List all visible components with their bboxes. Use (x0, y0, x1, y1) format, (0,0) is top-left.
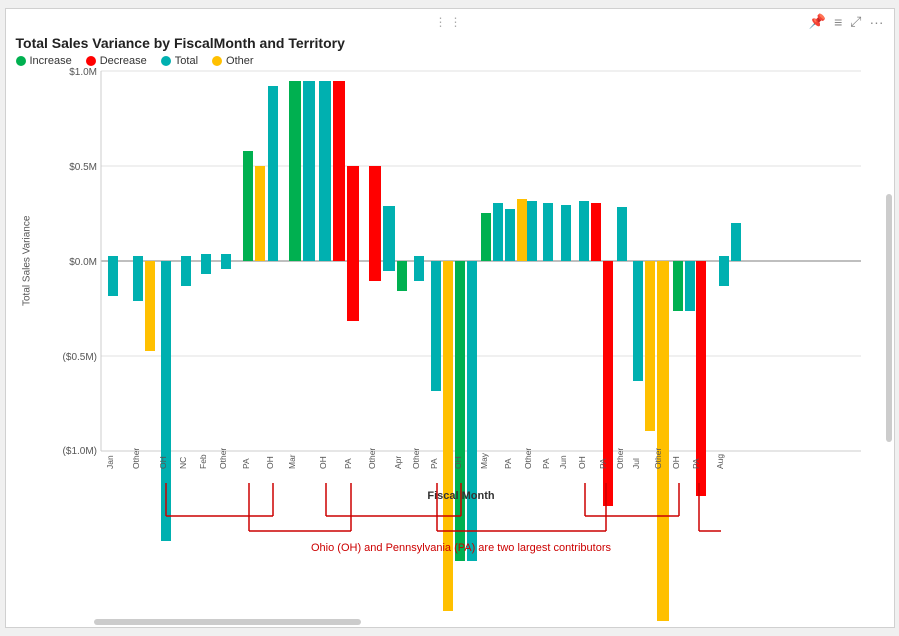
bar-mar-total (303, 81, 315, 261)
bar-pa-mar-decrease (347, 166, 359, 321)
bar-feb-total (201, 254, 211, 274)
bar-other-jul-other (657, 261, 669, 621)
svg-text:May: May (479, 452, 489, 469)
bar-jan-other-total (133, 256, 143, 301)
annotation-text: Ohio (OH) and Pennsylvania (PA) are two … (311, 542, 611, 554)
bar-other-may-total (527, 201, 537, 261)
bar-oh-jul-total (685, 261, 695, 311)
svg-text:Apr: Apr (393, 456, 403, 469)
chart-svg: $1.0M $0.5M $0.0M ($0.5M) ($1.0M) (38, 71, 884, 451)
bar-pa-apr-other (443, 261, 453, 611)
svg-text:Jul: Jul (631, 458, 641, 469)
svg-text:Other: Other (523, 448, 533, 469)
svg-text:Other: Other (218, 448, 228, 469)
expand-icon[interactable]: ⤢ (850, 13, 861, 30)
legend-decrease-label: Decrease (100, 55, 147, 67)
legend-other: Other (212, 55, 254, 67)
svg-text:$1.0M: $1.0M (69, 67, 97, 78)
svg-text:PA: PA (241, 458, 251, 469)
svg-text:PA: PA (691, 458, 701, 469)
legend-other-label: Other (226, 55, 254, 67)
legend-increase-label: Increase (30, 55, 72, 67)
bar-oh-jun-decrease (591, 203, 601, 261)
svg-text:OH: OH (158, 456, 168, 469)
more-icon[interactable]: ··· (870, 14, 884, 30)
svg-text:NC: NC (178, 457, 188, 469)
decrease-dot (86, 56, 96, 66)
bar-may-increase (481, 213, 491, 261)
bar-oh-jul-increase (673, 261, 683, 311)
legend-total-label: Total (175, 55, 198, 67)
bar-oh-jun-total (579, 201, 589, 261)
svg-text:($1.0M): ($1.0M) (62, 446, 96, 457)
bar-oh-mar-total (319, 81, 331, 261)
bar-pa-may-total (505, 209, 515, 261)
legend-decrease: Decrease (86, 55, 147, 67)
svg-text:PA: PA (598, 458, 608, 469)
bar-jan-total (108, 256, 118, 296)
svg-text:OH: OH (265, 456, 275, 469)
bar-other-jun-total (617, 207, 627, 261)
bar-oh-apr-total (467, 261, 477, 561)
bar-pa-feb-other (255, 166, 265, 261)
total-dot (161, 56, 171, 66)
y-axis-label: Total Sales Variance (16, 71, 38, 451)
bar-other-apr-total (414, 256, 424, 281)
bar-pa-apr-total (431, 261, 441, 391)
chart-title: Total Sales Variance by FiscalMonth and … (16, 35, 884, 51)
svg-text:PA: PA (343, 458, 353, 469)
svg-text:OH: OH (671, 456, 681, 469)
other-dot (212, 56, 222, 66)
bar-jul-other (645, 261, 655, 431)
svg-text:$0.5M: $0.5M (69, 162, 97, 173)
bar-oh-feb-total (268, 86, 278, 261)
chart-card: ⋮⋮ 📌 ≡ ⤢ ··· Total Sales Variance by Fis… (5, 8, 895, 628)
svg-text:Other: Other (131, 448, 141, 469)
svg-text:Aug: Aug (715, 454, 725, 469)
svg-text:PA: PA (429, 458, 439, 469)
bar-mar-increase (289, 81, 301, 261)
bar-oh-mar-decrease (333, 81, 345, 261)
filter-icon[interactable]: ≡ (834, 14, 842, 30)
svg-text:PA: PA (503, 458, 513, 469)
x-label-jan: Jan (105, 455, 115, 469)
bar-jun-total (561, 205, 571, 261)
bar-pa-may2-total (543, 203, 553, 261)
legend-total: Total (161, 55, 198, 67)
svg-text:Other: Other (411, 448, 421, 469)
toolbar: 📌 ≡ ⤢ ··· (809, 13, 884, 30)
bar-pa-may-other (517, 199, 527, 261)
svg-text:$0.0M: $0.0M (69, 257, 97, 268)
svg-text:Jun: Jun (558, 455, 568, 469)
svg-text:Feb: Feb (198, 454, 208, 469)
bar-pa-feb-increase (243, 151, 253, 261)
bar-nc-total (181, 256, 191, 286)
legend-increase: Increase (16, 55, 72, 67)
svg-text:OH: OH (577, 456, 587, 469)
svg-text:Other: Other (615, 448, 625, 469)
svg-text:($0.5M): ($0.5M) (62, 352, 96, 363)
bar-may-total (493, 203, 503, 261)
svg-text:Other: Other (367, 448, 377, 469)
bar-jul-total (633, 261, 643, 381)
bar-apr-increase (397, 261, 407, 291)
bar-other-mar-total (383, 206, 395, 271)
svg-text:Mar: Mar (287, 454, 297, 469)
scrollbar-vertical[interactable] (886, 194, 892, 441)
bar-aug-total2 (731, 223, 741, 261)
pin-icon[interactable]: 📌 (809, 13, 826, 30)
svg-text:Other: Other (653, 448, 663, 469)
bar-jan-other-other (145, 261, 155, 351)
svg-text:OH: OH (318, 456, 328, 469)
svg-text:OH: OH (453, 456, 463, 469)
bar-other-mar-decrease (369, 166, 381, 281)
bar-aug-total (719, 256, 729, 286)
svg-text:PA: PA (541, 458, 551, 469)
scrollbar-horizontal[interactable] (94, 619, 360, 625)
increase-dot (16, 56, 26, 66)
legend: Increase Decrease Total Other (16, 55, 884, 67)
bar-feb-other-total (221, 254, 231, 269)
drag-handle[interactable]: ⋮⋮ (435, 15, 465, 29)
